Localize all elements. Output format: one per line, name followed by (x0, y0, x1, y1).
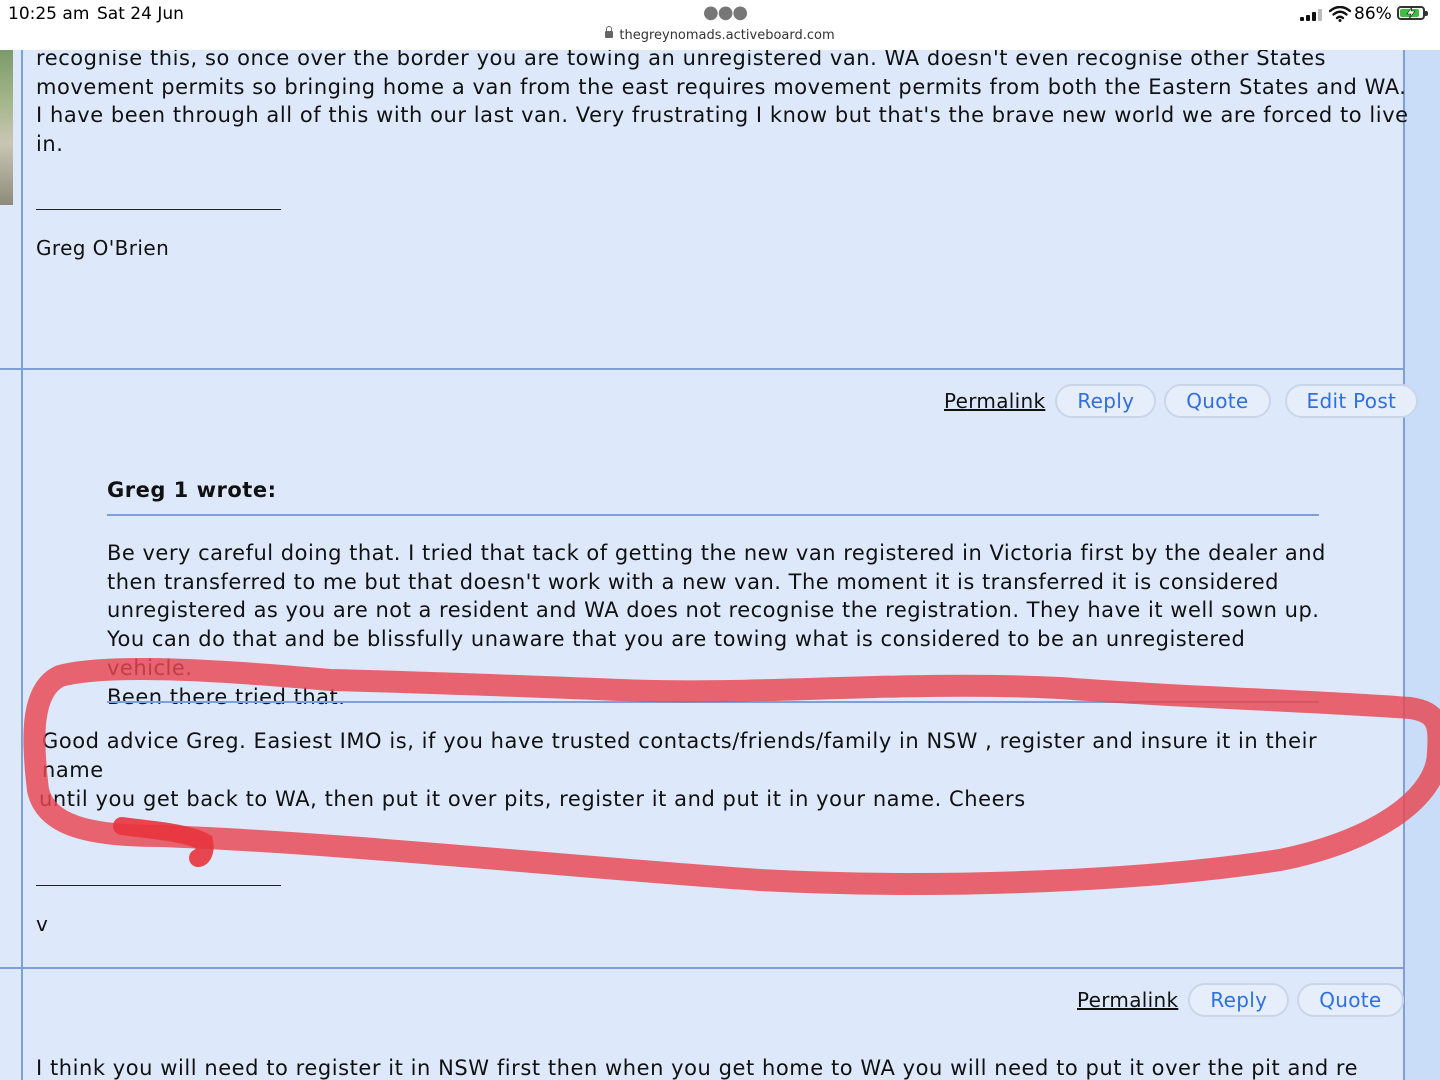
post-line: movement permits so bringing home a van … (36, 74, 1407, 99)
cellular-signal-icon (1300, 9, 1324, 21)
reply-button[interactable]: Reply (1055, 384, 1157, 418)
permalink-link[interactable]: Permalink (944, 389, 1045, 413)
url-text: thegreynomads.activeboard.com (619, 28, 835, 43)
status-bar: 10:25 am Sat 24 Jun ●●● thegreynomads.ac… (0, 0, 1440, 50)
reply-line: Good advice Greg. Easiest IMO is, if you… (42, 729, 1318, 782)
post-divider (0, 368, 1405, 370)
reply-button[interactable]: Reply (1188, 983, 1290, 1017)
annotation-blot (113, 817, 214, 867)
quote-line: unregistered as you are not a resident a… (107, 598, 1320, 623)
post-line: I think you will need to register it in … (36, 1056, 1359, 1080)
status-time: 10:25 am (8, 4, 90, 24)
post-line: in. (36, 131, 64, 156)
signature: v (36, 912, 49, 936)
post-line: I have been through all of this with our… (36, 103, 1409, 127)
wifi-icon (1329, 6, 1351, 22)
quote-line: Be very careful doing that. I tried that… (107, 541, 1326, 565)
battery-percentage: 86% (1354, 4, 1392, 24)
quote-author: Greg 1 wrote: (107, 478, 277, 502)
left-border (21, 50, 23, 1080)
quote-button[interactable]: Quote (1164, 384, 1271, 418)
lock-icon (605, 26, 614, 38)
quote-line: Been there tried that. (107, 684, 346, 709)
quote-line: then transferred to me but that doesn't … (107, 569, 1279, 594)
post-body: recognise this, so once over the border … (36, 44, 1409, 158)
right-border (1403, 50, 1405, 1080)
quote-body: Be very careful doing that. I tried that… (107, 539, 1327, 711)
quote-button[interactable]: Quote (1297, 983, 1404, 1017)
right-rail (1405, 50, 1440, 1080)
quote-top-rule (107, 514, 1319, 516)
signature-divider (36, 209, 281, 210)
signature: Greg O'Brien (36, 236, 170, 260)
quote-bottom-rule (107, 701, 1319, 703)
more-dots-icon[interactable]: ●●● (703, 2, 748, 23)
battery-icon (1397, 6, 1428, 20)
permalink-link[interactable]: Permalink (1077, 988, 1178, 1012)
avatar (0, 50, 13, 205)
post-body: I think you will need to register it in … (36, 1054, 1358, 1080)
status-date: Sat 24 Jun (97, 4, 184, 24)
reply-line: until you get back to WA, then put it ov… (39, 787, 1026, 811)
reply-body: Good advice Greg. Easiest IMO is, if you… (39, 727, 1382, 814)
post-actions: Permalink Reply Quote Edit Post (944, 384, 1419, 418)
post-divider (0, 967, 1405, 969)
quote-line: You can do that and be blissfully unawar… (107, 627, 1246, 680)
signature-divider (36, 885, 281, 886)
screenshot: 10:25 am Sat 24 Jun ●●● thegreynomads.ac… (0, 0, 1440, 1080)
post-actions: Permalink Reply Quote (1077, 983, 1404, 1017)
address-bar[interactable]: thegreynomads.activeboard.com (0, 26, 1440, 43)
edit-post-button[interactable]: Edit Post (1284, 384, 1419, 418)
